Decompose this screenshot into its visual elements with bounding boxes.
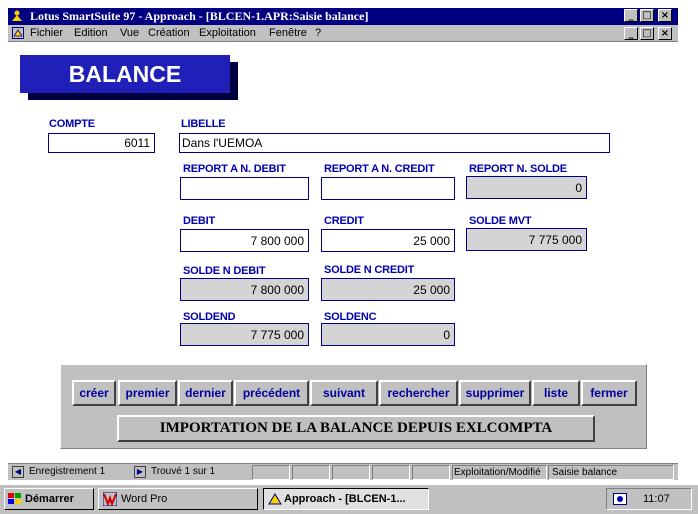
clock[interactable]: 11:07 bbox=[643, 489, 670, 509]
window-title-doc: - Approach - [BLCEN-1.APR:Saisie balance… bbox=[135, 9, 369, 23]
word-pro-label: Word Pro bbox=[121, 493, 168, 505]
suivant-button[interactable]: suivant bbox=[310, 380, 378, 406]
window-title: Lotus SmartSuite 97 - Approach - [BLCEN-… bbox=[30, 9, 368, 24]
soldenc-label: SOLDENC bbox=[324, 311, 377, 323]
precedent-button[interactable]: précédent bbox=[234, 380, 309, 406]
nav-left-icon[interactable]: ◀ bbox=[12, 466, 24, 478]
start-button[interactable]: Démarrer bbox=[4, 488, 94, 510]
window-title-app: Lotus SmartSuite 97 bbox=[30, 9, 136, 23]
taskbar-approach[interactable]: Approach - [BLCEN-1... bbox=[263, 488, 429, 510]
taskbar: Démarrer Word Pro Approach - [BLCEN-1...… bbox=[0, 484, 698, 514]
close-button[interactable]: × bbox=[658, 9, 672, 22]
soldend-label: SOLDEND bbox=[183, 311, 236, 323]
menu-bar: Fichier Edition Vue Création Exploitatio… bbox=[8, 25, 678, 42]
menu-creation[interactable]: Création bbox=[148, 27, 190, 39]
report-solde-field[interactable]: 0 bbox=[466, 176, 587, 199]
liste-button[interactable]: liste bbox=[532, 380, 580, 406]
solde-mvt-field[interactable]: 7 775 000 bbox=[466, 228, 587, 251]
find-icon[interactable]: ▶ bbox=[134, 466, 146, 478]
doc-maximize-button[interactable]: □ bbox=[640, 27, 654, 40]
minimize-button[interactable]: _ bbox=[624, 9, 638, 22]
solde-mvt-label: SOLDE MVT bbox=[469, 215, 532, 227]
debit-field[interactable]: 7 800 000 bbox=[180, 229, 309, 252]
solde-n-credit-label: SOLDE N CREDIT bbox=[324, 264, 415, 276]
report-credit-field[interactable] bbox=[321, 177, 455, 200]
doc-minimize-button[interactable]: _ bbox=[624, 27, 638, 40]
soldend-field[interactable]: 7 775 000 bbox=[180, 323, 309, 346]
doc-close-button[interactable]: × bbox=[658, 27, 672, 40]
menu-edition[interactable]: Edition bbox=[74, 27, 108, 39]
status-record[interactable]: Enregistrement 1 bbox=[26, 465, 123, 480]
approach-icon bbox=[268, 493, 282, 505]
creer-button[interactable]: créer bbox=[72, 380, 116, 406]
page-title: BALANCE bbox=[20, 55, 230, 93]
status-bar: ◀ Enregistrement 1 ▶ Trouvé 1 sur 1 Expl… bbox=[8, 463, 678, 480]
status-cell-empty-5 bbox=[412, 465, 450, 480]
windows-logo-icon bbox=[8, 493, 21, 504]
start-label: Démarrer bbox=[25, 493, 74, 505]
report-debit-field[interactable] bbox=[180, 177, 309, 200]
title-bar[interactable]: Lotus SmartSuite 97 - Approach - [BLCEN-… bbox=[8, 8, 678, 25]
status-cell-empty-2 bbox=[292, 465, 330, 480]
solde-n-debit-label: SOLDE N DEBIT bbox=[183, 265, 266, 277]
menu-exploitation[interactable]: Exploitation bbox=[199, 27, 256, 39]
tray-network-icon[interactable] bbox=[613, 493, 627, 505]
compte-field[interactable]: 6011 bbox=[48, 133, 155, 153]
premier-button[interactable]: premier bbox=[118, 380, 177, 406]
report-solde-label: REPORT N. SOLDE bbox=[469, 163, 567, 175]
status-view[interactable]: Saisie balance bbox=[548, 465, 674, 480]
compte-label: COMPTE bbox=[49, 118, 95, 130]
credit-field[interactable]: 25 000 bbox=[321, 229, 455, 252]
word-pro-icon bbox=[103, 492, 117, 506]
status-cell-empty-1 bbox=[252, 465, 290, 480]
report-debit-label: REPORT A N. DEBIT bbox=[183, 163, 286, 175]
status-mode[interactable]: Exploitation/Modifié bbox=[452, 465, 547, 480]
solde-n-debit-field[interactable]: 7 800 000 bbox=[180, 278, 309, 301]
menu-help[interactable]: ? bbox=[315, 27, 321, 39]
taskbar-word-pro[interactable]: Word Pro bbox=[98, 488, 258, 510]
libelle-label: LIBELLE bbox=[181, 118, 226, 130]
status-cell-empty-4 bbox=[372, 465, 410, 480]
fermer-button[interactable]: fermer bbox=[581, 380, 637, 406]
document-icon[interactable] bbox=[12, 27, 24, 39]
credit-label: CREDIT bbox=[324, 215, 364, 227]
approach-label: Approach - [BLCEN-1... bbox=[284, 493, 406, 505]
status-found[interactable]: Trouvé 1 sur 1 bbox=[148, 465, 250, 480]
supprimer-button[interactable]: supprimer bbox=[459, 380, 531, 406]
soldenc-field[interactable]: 0 bbox=[321, 323, 455, 346]
importation-button[interactable]: IMPORTATION DE LA BALANCE DEPUIS EXLCOMP… bbox=[117, 415, 595, 442]
rechercher-button[interactable]: rechercher bbox=[379, 380, 458, 406]
menu-vue[interactable]: Vue bbox=[120, 27, 139, 39]
libelle-field[interactable]: Dans l'UEMOA bbox=[179, 133, 610, 153]
lotus-app-icon[interactable] bbox=[11, 10, 23, 22]
menu-fichier[interactable]: Fichier bbox=[30, 27, 63, 39]
status-cell-empty-3 bbox=[332, 465, 370, 480]
maximize-button[interactable]: □ bbox=[640, 9, 654, 22]
debit-label: DEBIT bbox=[183, 215, 216, 227]
report-credit-label: REPORT A N. CREDIT bbox=[324, 163, 435, 175]
menu-fenetre[interactable]: Fenêtre bbox=[269, 27, 307, 39]
system-tray: 11:07 bbox=[606, 488, 692, 510]
solde-n-credit-field[interactable]: 25 000 bbox=[321, 278, 455, 301]
dernier-button[interactable]: dernier bbox=[178, 380, 233, 406]
